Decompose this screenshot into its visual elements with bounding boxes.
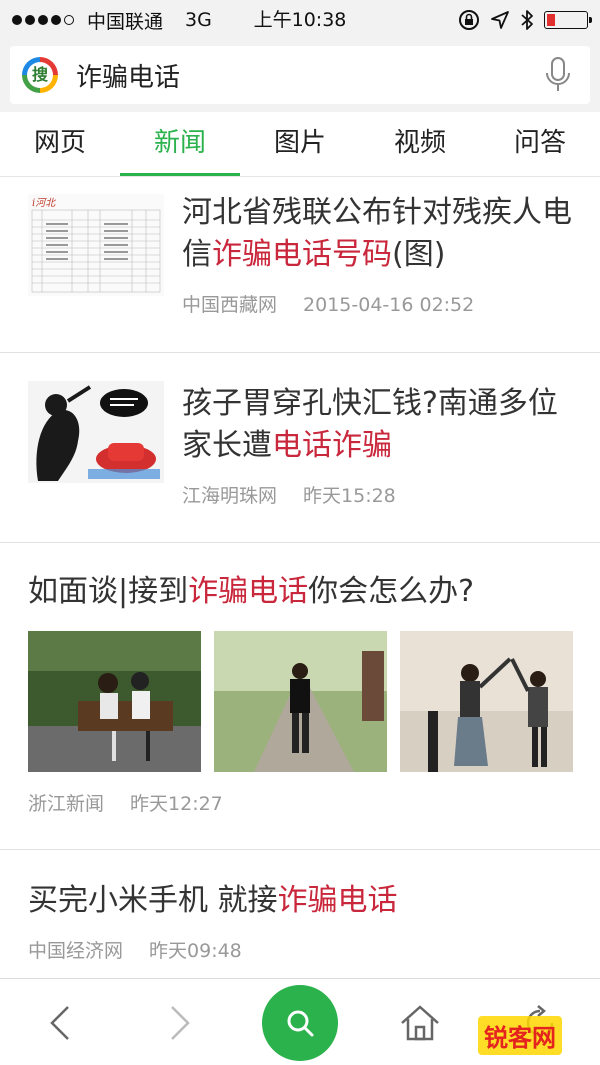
location-arrow-icon xyxy=(491,11,509,29)
news-image xyxy=(400,631,573,772)
microphone-icon[interactable] xyxy=(544,55,572,95)
search-input[interactable]: 搜 诈骗电话 xyxy=(10,46,590,104)
battery-icon xyxy=(544,11,592,29)
news-source: 浙江新闻 xyxy=(28,793,105,815)
news-title[interactable]: 孩子胃穿孔快汇钱?南通多位家长遭电话诈骗 xyxy=(182,383,582,467)
news-time: 2015-04-16 02:52 xyxy=(303,294,475,316)
news-image xyxy=(214,631,387,772)
home-button[interactable] xyxy=(380,979,460,1065)
forward-button[interactable] xyxy=(140,979,220,1065)
tab-news[interactable]: 新闻 xyxy=(120,112,240,176)
tab-images[interactable]: 图片 xyxy=(240,112,360,176)
news-source: 中国经济网 xyxy=(28,940,124,962)
search-logo-icon: 搜 xyxy=(22,57,58,93)
news-source: 江海明珠网 xyxy=(182,485,278,507)
news-item[interactable]: 买完小米手机 就接诈骗电话 中国经济网 昨天09:48 xyxy=(0,850,600,978)
news-meta: 中国西藏网 2015-04-16 02:52 xyxy=(182,290,474,317)
news-title[interactable]: 河北省残联公布针对残疾人电信诈骗电话号码(图) xyxy=(182,192,582,276)
svg-text:i河北: i河北 xyxy=(32,197,56,209)
news-item[interactable]: i河北 河北省残联公布针对残疾人电信诈骗电话号码(图) 中国西藏网 2015-0… xyxy=(0,178,600,353)
search-button[interactable] xyxy=(262,985,338,1061)
news-meta: 江海明珠网 昨天15:28 xyxy=(182,481,396,508)
news-thumbnail: i河北 xyxy=(28,194,164,296)
news-meta: 浙江新闻 昨天12:27 xyxy=(28,789,223,816)
news-item[interactable]: 如面谈|接到诈骗电话你会怎么办? 浙江新闻 昨天12:27 xyxy=(0,543,600,850)
status-bar: 中国联通 3G 上午10:38 xyxy=(0,0,600,40)
orientation-lock-icon xyxy=(459,10,479,30)
news-meta: 中国经济网 昨天09:48 xyxy=(28,936,242,963)
home-icon xyxy=(401,1004,439,1040)
category-tabs: 网页 新闻 图片 视频 问答 xyxy=(0,112,600,177)
search-icon xyxy=(287,1010,314,1037)
tab-qa[interactable]: 问答 xyxy=(480,112,600,176)
back-button[interactable] xyxy=(20,979,100,1065)
watermark-logo: 锐客网 xyxy=(478,1016,562,1055)
chevron-left-icon xyxy=(50,1005,69,1040)
bluetooth-icon xyxy=(521,10,533,30)
news-source: 中国西藏网 xyxy=(182,294,278,316)
news-time: 昨天15:28 xyxy=(303,485,396,507)
tab-web[interactable]: 网页 xyxy=(0,112,120,176)
chevron-right-icon xyxy=(171,1005,190,1040)
news-item[interactable]: 孩子胃穿孔快汇钱?南通多位家长遭电话诈骗 江海明珠网 昨天15:28 xyxy=(0,353,600,543)
news-thumbnail xyxy=(28,381,164,483)
search-query[interactable]: 诈骗电话 xyxy=(76,57,544,94)
news-title[interactable]: 买完小米手机 就接诈骗电话 xyxy=(28,880,588,922)
news-image xyxy=(28,631,201,772)
news-time: 昨天12:27 xyxy=(130,793,223,815)
news-title[interactable]: 如面谈|接到诈骗电话你会怎么办? xyxy=(28,571,588,613)
tab-videos[interactable]: 视频 xyxy=(360,112,480,176)
news-time: 昨天09:48 xyxy=(149,940,242,962)
search-bar: 搜 诈骗电话 xyxy=(0,40,600,112)
